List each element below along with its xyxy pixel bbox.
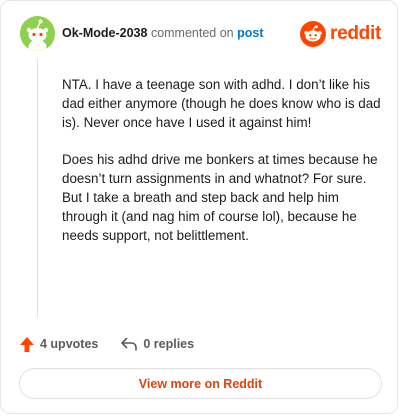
snoo-avatar-icon [20,16,55,51]
comment-actions: 4 upvotes 0 replies [19,334,194,354]
commented-on-text: commented on [150,26,234,40]
upvote-count: 4 upvotes [40,337,99,351]
upvote-arrow-icon [20,336,34,352]
reply-arrow-icon [121,337,138,351]
view-more-on-reddit-button[interactable]: View more on Reddit [19,368,382,399]
comment-paragraph: Does his adhd drive me bonkers at times … [62,152,378,243]
reply-button[interactable]: 0 replies [120,336,194,352]
comment-header: Ok-Mode-2038 commented on post reddit [20,16,381,52]
username-link[interactable]: Ok-Mode-2038 [62,26,147,40]
thread-line [37,59,38,317]
comment-embed-card: Ok-Mode-2038 commented on post reddit NT… [0,0,398,414]
post-link[interactable]: post [237,26,263,40]
reddit-brand-link[interactable]: reddit [300,19,381,49]
comment-body: NTA. I have a teenage son with adhd. I d… [62,75,382,263]
comment-byline: Ok-Mode-2038 commented on post [62,26,264,40]
reddit-snoo-icon [300,21,327,47]
reddit-wordmark: reddit [330,23,381,44]
comment-paragraph: NTA. I have a teenage son with adhd. I d… [62,77,381,130]
reply-count: 0 replies [143,337,195,351]
upvote-button[interactable]: 4 upvotes [19,336,98,353]
avatar[interactable] [20,16,55,51]
